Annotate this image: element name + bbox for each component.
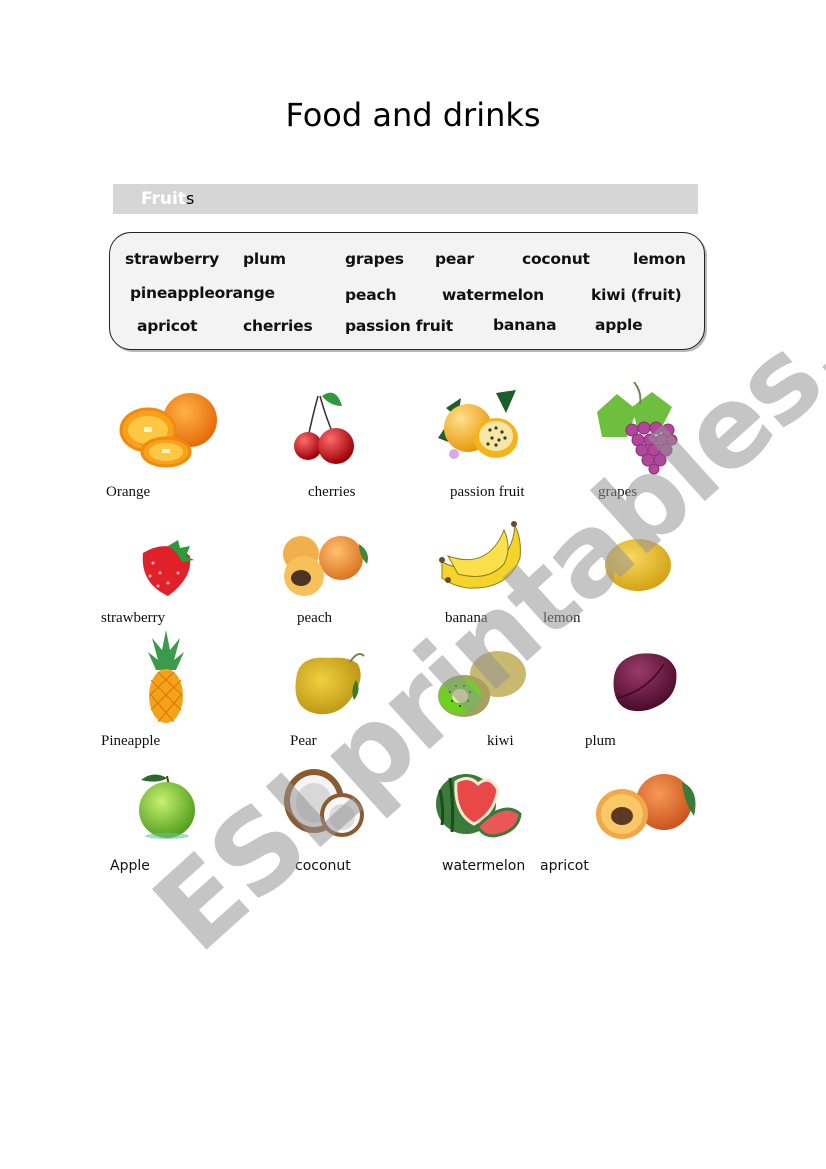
fruit-label: banana [445,610,488,626]
word-bank-item: banana [493,316,557,334]
word-bank-item: grapes [345,250,404,268]
word-bank-item: kiwi (fruit) [591,286,682,304]
word-bank-item: cherries [243,317,313,335]
fruit-label: plum [585,733,616,749]
section-label-white: Fruit [141,189,186,209]
section-label: Fruits [141,189,194,209]
plum-icon [613,653,677,712]
word-bank-item: apple [595,316,643,334]
word-bank-item: peach [345,286,397,304]
word-bank-box: strawberry plum grapes pear coconut lemo… [109,232,705,350]
word-bank-item: coconut [522,250,590,268]
section-header-fruits: Fruits [113,184,698,214]
fruit-label: peach [297,610,332,626]
apricot-icon [596,774,696,839]
orange-icon [119,393,217,468]
word-bank-item: passion fruit [345,317,453,335]
fruit-label: Apple [110,858,150,874]
passion-fruit-icon [438,390,518,459]
fruit-label: kiwi [487,733,514,749]
peach-icon [283,536,368,596]
fruit-label: strawberry [101,610,166,626]
fruit-label: Orange [106,484,151,500]
strawberry-icon [142,540,194,596]
word-bank-item: pear [435,250,474,268]
word-bank-item: pineappleorange [130,284,275,302]
fruit-label: grapes [598,484,638,500]
fruit-label: Pineapple [101,733,161,749]
apple-icon [139,774,195,839]
pear-icon [295,653,365,715]
word-bank-item: lemon [633,250,686,268]
fruit-label: cherries [308,484,356,500]
coconut-icon [284,769,364,837]
section-label-dark: s [185,189,195,208]
fruit-label: Pear [290,733,317,749]
fruit-label: lemon [543,610,581,626]
fruit-label: coconut [295,858,351,874]
lemon-icon [605,539,671,591]
fruit-label: passion fruit [450,484,525,500]
word-bank-item: apricot [137,317,198,335]
word-bank-item: plum [243,250,286,268]
word-bank-item: watermelon [442,286,545,304]
word-bank-item: strawberry [125,250,220,268]
pineapple-icon [148,630,184,723]
grapes-icon [597,382,678,475]
kiwi-icon [438,651,526,717]
cherries-icon [294,392,354,464]
fruit-label: apricot [540,858,589,874]
fruit-label: watermelon [442,858,526,874]
page-title: Food and drinks [285,96,541,134]
banana-icon [439,521,521,589]
watermelon-icon [436,774,522,838]
